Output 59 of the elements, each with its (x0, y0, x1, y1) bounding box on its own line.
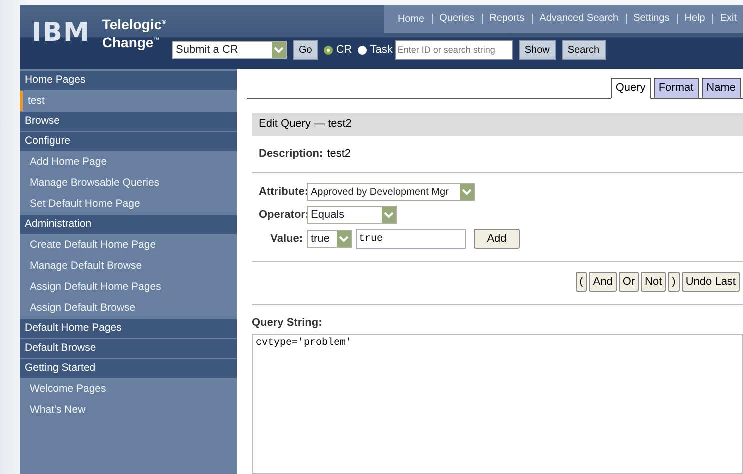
tab[interactable]: Query (610, 78, 651, 99)
sidebar-item[interactable]: Add Home Page (20, 152, 237, 172)
product-name: Telelogic$^{®}$ (102, 16, 166, 33)
sidebar-item[interactable]: Manage Browsable Queries (20, 173, 237, 193)
nav-link[interactable]: Home (398, 14, 425, 24)
value-select[interactable]: true (307, 230, 352, 248)
query-string-label: Query String: (252, 317, 324, 329)
dropdown-caret-icon[interactable] (460, 184, 474, 200)
radio-button[interactable] (324, 46, 334, 54)
show-button[interactable]: Show (518, 40, 556, 60)
sidebar-section[interactable]: Configure (20, 132, 237, 151)
operator-select[interactable]: Equals (307, 206, 397, 224)
sidebar-section[interactable]: Home Pages (20, 71, 237, 90)
dropdown-caret-icon[interactable] (382, 207, 396, 223)
search-button[interactable]: Search (562, 40, 606, 60)
section-title: Edit Query — test2 (252, 113, 743, 136)
query-string-field[interactable]: cvtype='problem' (252, 334, 743, 474)
sidebar-item[interactable]: Create Default Home Page (20, 235, 237, 255)
sidebar-item[interactable]: Welcome Pages (20, 379, 237, 399)
nav-link[interactable]: Settings (626, 14, 670, 24)
logic-button[interactable]: And (589, 272, 617, 292)
search-field[interactable]: Enter ID or search string (394, 40, 513, 60)
sidebar-section[interactable]: Default Browse (20, 339, 237, 358)
attribute-select[interactable]: Approved by Development Mgr (307, 183, 475, 201)
go-button[interactable]: Go (293, 40, 318, 60)
radio-button[interactable] (358, 46, 368, 54)
sidebar-section[interactable]: Administration (20, 215, 237, 234)
logic-button[interactable]: Undo Last (682, 272, 740, 292)
dropdown-caret-icon[interactable] (272, 42, 286, 58)
sidebar-item[interactable]: Set Default Home Page (20, 194, 237, 214)
nav-link[interactable]: Queries (432, 14, 475, 24)
sidebar-section[interactable]: Default Home Pages (20, 319, 237, 338)
add-button[interactable]: Add (474, 229, 520, 249)
radio-label: Task (370, 44, 393, 56)
logic-button[interactable]: ) (668, 272, 680, 292)
logic-button[interactable]: ( (576, 272, 588, 292)
logic-button[interactable]: Not (641, 272, 666, 292)
logic-button[interactable]: Or (618, 272, 640, 292)
nav-link[interactable]: Reports (482, 14, 525, 24)
logo: IBM (32, 18, 90, 48)
sidebar-item[interactable]: Assign Default Home Pages (20, 277, 237, 297)
tab[interactable]: Format (654, 78, 699, 99)
action-select[interactable]: Submit a CR (172, 41, 287, 59)
product-name: Change$^{™}$ (102, 34, 161, 51)
dropdown-caret-icon[interactable] (337, 231, 351, 247)
nav-link[interactable]: Help (676, 14, 706, 24)
value-label: Value: (270, 233, 303, 245)
nav-link[interactable]: Exit (712, 14, 737, 24)
value-field[interactable]: true (356, 229, 466, 249)
sidebar-section[interactable]: Browse (20, 112, 237, 131)
sidebar-item[interactable]: What's New (20, 400, 237, 420)
sidebar-item[interactable]: Manage Default Browse (20, 256, 237, 276)
sidebar-item[interactable]: Assign Default Browse (20, 298, 237, 318)
radio-label: CR (336, 44, 352, 56)
description-label: Description: (259, 148, 324, 160)
nav-link[interactable]: Advanced Search (532, 14, 619, 24)
tab[interactable]: Name (702, 78, 741, 99)
description-value: test2 (327, 148, 352, 160)
sidebar-section[interactable]: Getting Started (20, 359, 237, 378)
